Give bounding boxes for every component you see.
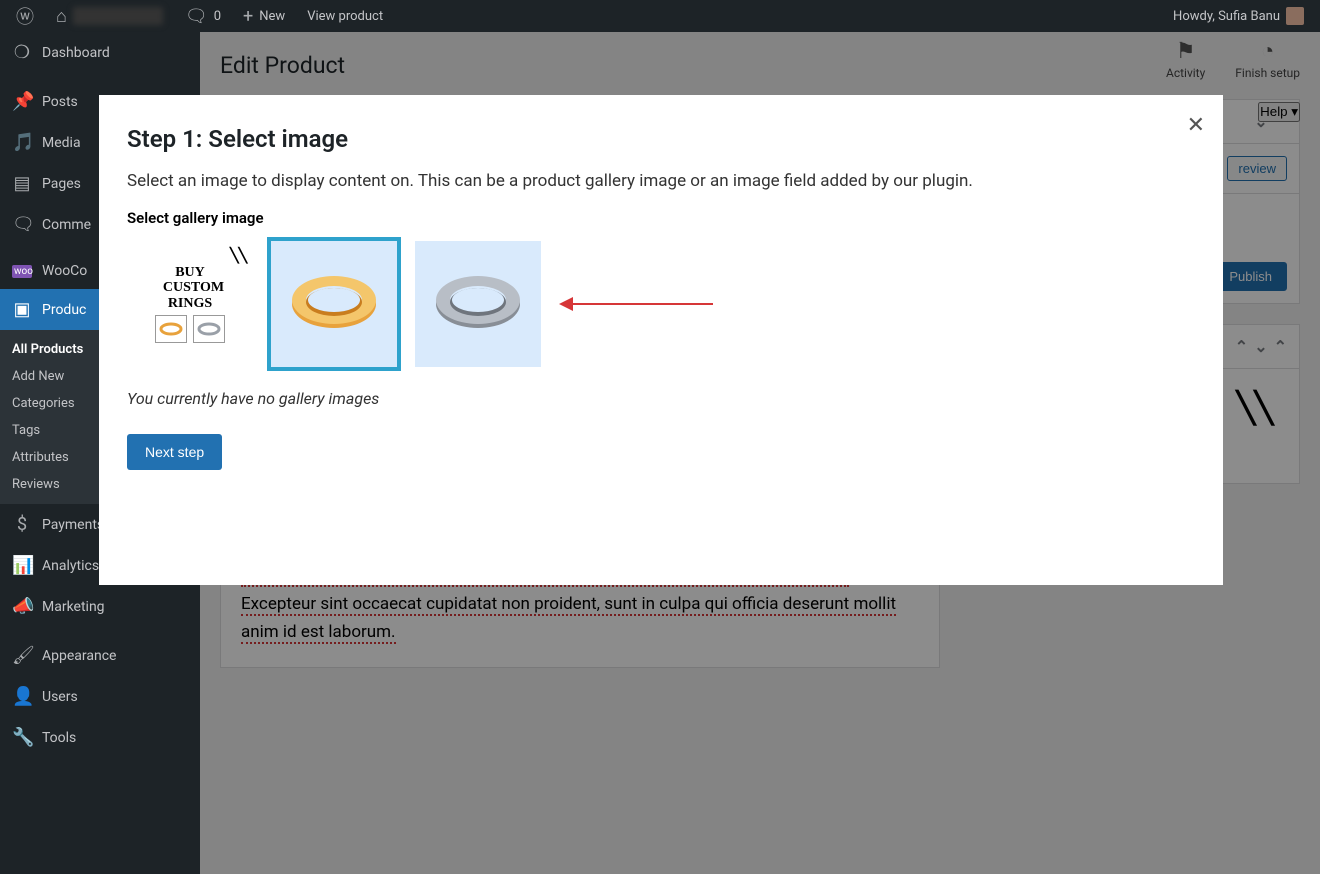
close-icon[interactable]: ✕: [1187, 113, 1205, 138]
woo-icon: woo: [12, 265, 32, 278]
modal-description: Select an image to display content on. T…: [127, 171, 1195, 191]
howdy-user[interactable]: Howdy, Sufia Banu: [1165, 0, 1312, 32]
bar-icon: 📊: [12, 555, 32, 576]
gallery-thumb-3[interactable]: [415, 241, 541, 367]
gauge-icon: ❍: [12, 42, 32, 63]
silver-ring-icon: [428, 264, 528, 344]
gallery-thumb-1[interactable]: BUY ╲╲ CUSTOM RINGS: [127, 241, 253, 367]
view-product-link[interactable]: View product: [299, 0, 391, 32]
admin-bar: ⓦ ⌂ 🗨0 +New View product Howdy, Sufia Ba…: [0, 0, 1320, 32]
pin-icon: 📌: [12, 91, 32, 112]
comment-icon: 🗨: [12, 214, 32, 235]
user-avatar: [1286, 7, 1304, 25]
select-image-modal: ✕ Step 1: Select image Select an image t…: [99, 95, 1223, 585]
wrench-icon: 🔧: [12, 727, 32, 748]
modal-subhead: Select gallery image: [127, 209, 1195, 227]
next-step-button[interactable]: Next step: [127, 434, 222, 470]
annotation-arrow: [559, 297, 713, 311]
gallery-thumb-2[interactable]: [271, 241, 397, 367]
user-icon: 👤: [12, 686, 32, 707]
menu-appearance[interactable]: 🖌Appearance: [0, 635, 200, 676]
menu-marketing[interactable]: 📣Marketing: [0, 586, 200, 627]
menu-dashboard[interactable]: ❍Dashboard: [0, 32, 200, 73]
megaphone-icon: 📣: [12, 596, 32, 617]
pages-icon: ▤: [12, 173, 32, 194]
gold-ring-icon: [284, 264, 384, 344]
archive-icon: ▣: [12, 299, 32, 320]
no-gallery-text: You currently have no gallery images: [127, 389, 1195, 408]
brush-icon: 🖌: [12, 645, 32, 666]
menu-users[interactable]: 👤Users: [0, 676, 200, 717]
wp-logo[interactable]: ⓦ: [8, 0, 42, 32]
comments-count: 0: [214, 9, 221, 24]
site-home[interactable]: ⌂: [48, 0, 171, 32]
new-link[interactable]: +New: [235, 0, 293, 32]
comments-link[interactable]: 🗨0: [177, 0, 229, 32]
mini-gold-ring-icon: [155, 315, 187, 343]
modal-title: Step 1: Select image: [127, 125, 1195, 153]
menu-tools[interactable]: 🔧Tools: [0, 717, 200, 758]
card-icon: $: [12, 514, 32, 535]
media-icon: 🎵: [12, 132, 32, 153]
mini-silver-ring-icon: [193, 315, 225, 343]
